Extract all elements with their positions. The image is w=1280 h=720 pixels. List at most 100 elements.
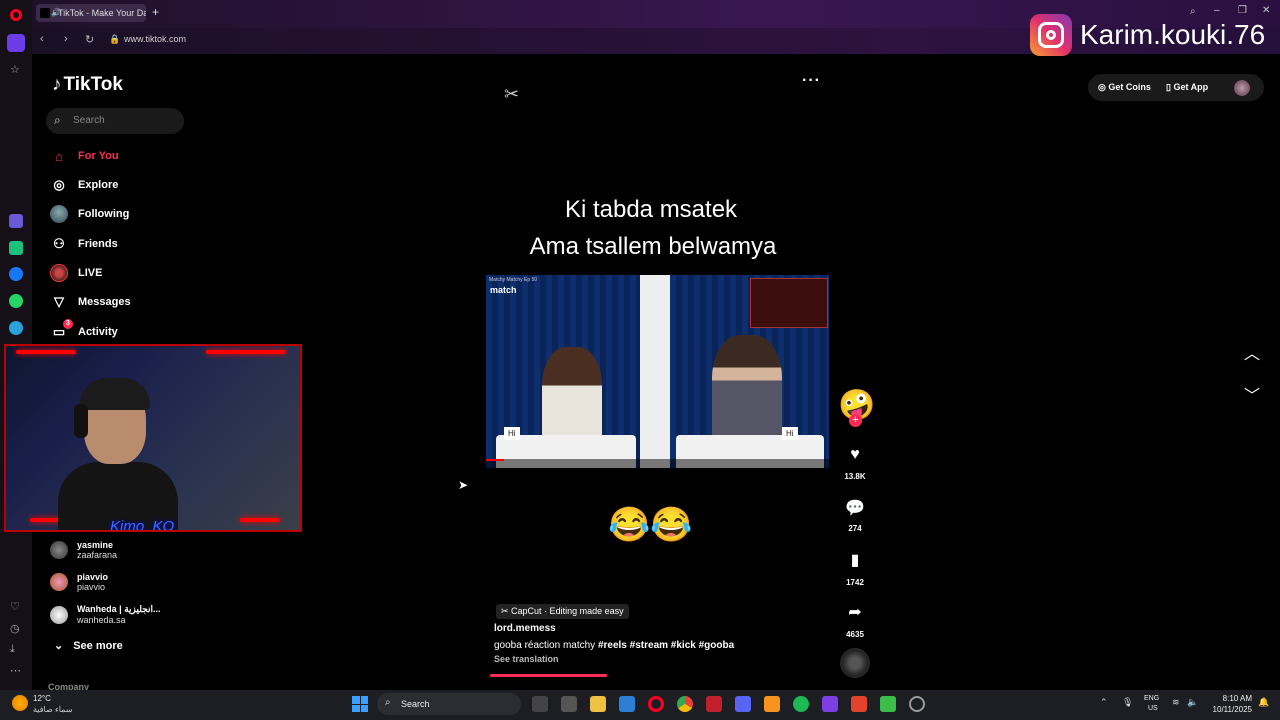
tiktok-logo[interactable]: ♪ TikTok xyxy=(52,74,123,96)
taskbar-date[interactable]: 10/11/2025 xyxy=(1200,705,1252,714)
next-video-button[interactable]: ﹀ xyxy=(1244,382,1260,406)
more-icon[interactable]: ⋯ xyxy=(10,664,21,677)
discord-icon[interactable] xyxy=(735,696,751,712)
lock-icon: 🔒 xyxy=(109,34,121,44)
microphone-icon[interactable]: 🎙 xyxy=(1122,697,1133,708)
notification-icon[interactable]: 🔔 xyxy=(1258,697,1269,708)
chevron-down-icon: ⌄ xyxy=(54,640,64,652)
nav-activity[interactable]: ▭ 3 Activity xyxy=(50,319,118,343)
search-tabs-icon[interactable]: ⌕ xyxy=(1190,6,1196,17)
nav-live[interactable]: LIVE xyxy=(50,262,102,284)
browser-tab[interactable]: 🔊 TikTok - Make Your Day xyxy=(36,4,146,22)
star-icon[interactable]: ☆ xyxy=(10,63,20,76)
app-icon[interactable] xyxy=(909,696,925,712)
author-name[interactable]: lord.memess xyxy=(494,623,556,634)
ai-icon[interactable] xyxy=(9,214,23,228)
comment-button[interactable]: 💬 274 xyxy=(838,498,872,533)
headset-icon xyxy=(74,404,88,438)
windows-start-icon[interactable] xyxy=(352,696,368,712)
woman-figure xyxy=(542,347,602,443)
photos-icon[interactable] xyxy=(619,696,635,712)
chatgpt-icon[interactable] xyxy=(9,241,23,255)
get-coins-button[interactable]: ◎ Get Coins xyxy=(1098,82,1151,93)
see-more-button[interactable]: ⌄ See more xyxy=(54,639,123,652)
like-button[interactable]: ♥ 13.8K xyxy=(838,446,872,481)
nav-friends[interactable]: ⚇ Friends xyxy=(50,233,118,255)
weather-icon[interactable] xyxy=(12,695,28,711)
messenger-icon[interactable] xyxy=(9,267,23,281)
back-button[interactable]: ‹ xyxy=(40,33,44,45)
hashtag[interactable]: #reels xyxy=(598,640,627,651)
nav-explore[interactable]: ◎ Explore xyxy=(50,174,118,196)
volume-icon[interactable]: 🔈 xyxy=(1187,697,1198,708)
nav-for-you[interactable]: ⌂ For You xyxy=(50,145,118,167)
see-translation-link[interactable]: See translation xyxy=(494,654,559,664)
chrome-icon[interactable] xyxy=(677,696,693,712)
mouse-cursor-icon: ➤ xyxy=(458,478,469,492)
account-item[interactable]: Wanheda | انجليزية... wanheda.sa xyxy=(50,604,161,625)
spotify-icon[interactable] xyxy=(793,696,809,712)
app-icon[interactable] xyxy=(880,696,896,712)
file-explorer-icon[interactable] xyxy=(590,696,606,712)
nav-following[interactable]: Following xyxy=(50,203,129,225)
inbox-icon: ▭ 3 xyxy=(50,319,73,341)
clip-controls xyxy=(486,459,829,468)
avatar xyxy=(50,605,68,624)
download-icon[interactable]: ⤓ xyxy=(10,643,15,656)
heart-icon[interactable]: ♡ xyxy=(10,600,20,613)
hi-sign-right: Hi xyxy=(782,427,798,440)
taskbar-time[interactable]: 8:10 AM xyxy=(1210,694,1252,703)
capcut-icon: ✂ xyxy=(501,606,512,616)
wifi-icon[interactable]: ≋ xyxy=(1172,697,1180,708)
language-region: US xyxy=(1148,705,1158,712)
maximize-icon[interactable]: ❐ xyxy=(1238,5,1247,16)
close-icon[interactable]: ✕ xyxy=(1262,5,1270,16)
taskbar-search[interactable]: ⌕ Search xyxy=(377,693,521,715)
account-item[interactable]: yasmine zaafarana xyxy=(50,540,117,560)
store-icon[interactable] xyxy=(561,696,577,712)
telegram-icon[interactable] xyxy=(9,321,23,335)
effect-tag[interactable]: ✂ CapCut · Editing made easy xyxy=(496,604,629,619)
video-caption-line1: Ki tabda msatek xyxy=(564,196,738,223)
search-input[interactable]: ⌕ Search xyxy=(46,108,184,134)
get-app-button[interactable]: ▯ Get App xyxy=(1166,82,1208,93)
url-field[interactable]: www.tiktok.com xyxy=(124,34,186,44)
profile-avatar[interactable] xyxy=(1234,80,1250,96)
new-tab-button[interactable]: + xyxy=(152,5,159,19)
tab-title: TikTok - Make Your Day xyxy=(58,8,146,18)
app-icon[interactable] xyxy=(706,696,722,712)
reload-button[interactable]: ↻ xyxy=(85,33,94,46)
save-button[interactable]: ▮ 1742 xyxy=(838,550,872,587)
video-clip[interactable]: Hi Hi Matchy Matchy Ep 50 match xyxy=(486,275,829,468)
history-icon[interactable]: ◷ xyxy=(10,622,20,635)
music-disc-icon[interactable] xyxy=(840,648,870,678)
more-options-button[interactable]: ··· xyxy=(802,72,821,90)
tray-chevron-icon[interactable]: ⌃ xyxy=(1100,697,1108,708)
nav-messages[interactable]: ▽ Messages xyxy=(50,291,131,313)
previous-video-button[interactable]: ︿ xyxy=(1244,340,1260,364)
home-icon: ⌂ xyxy=(55,148,63,164)
wps-icon[interactable] xyxy=(851,696,867,712)
compass-icon: ◎ xyxy=(53,177,65,192)
share-button[interactable]: ➦ 4635 xyxy=(838,602,872,639)
language-indicator[interactable]: ENG xyxy=(1144,695,1159,702)
app-icon[interactable] xyxy=(822,696,838,712)
hashtag[interactable]: #gooba xyxy=(699,640,735,651)
account-item[interactable]: piavvio piavvio xyxy=(50,572,108,592)
opera-logo-icon[interactable] xyxy=(10,9,22,21)
hashtag[interactable]: #stream xyxy=(630,640,668,651)
follow-plus-icon[interactable]: + xyxy=(849,414,862,427)
vlc-icon[interactable] xyxy=(764,696,780,712)
task-view-icon[interactable] xyxy=(532,696,548,712)
opera-icon[interactable] xyxy=(648,696,664,712)
whatsapp-icon[interactable] xyxy=(9,294,23,308)
clip-progress xyxy=(486,459,504,461)
bookmark-icon: ▮ xyxy=(850,552,860,569)
video-progress-bar[interactable] xyxy=(490,674,607,677)
forward-button[interactable]: › xyxy=(64,33,68,45)
minimize-icon[interactable]: – xyxy=(1214,5,1220,16)
home-icon[interactable] xyxy=(7,34,25,52)
hashtag[interactable]: #kick xyxy=(671,640,696,651)
instagram-icon xyxy=(1030,14,1072,56)
speaker-icon[interactable]: 🔊 xyxy=(51,4,61,22)
